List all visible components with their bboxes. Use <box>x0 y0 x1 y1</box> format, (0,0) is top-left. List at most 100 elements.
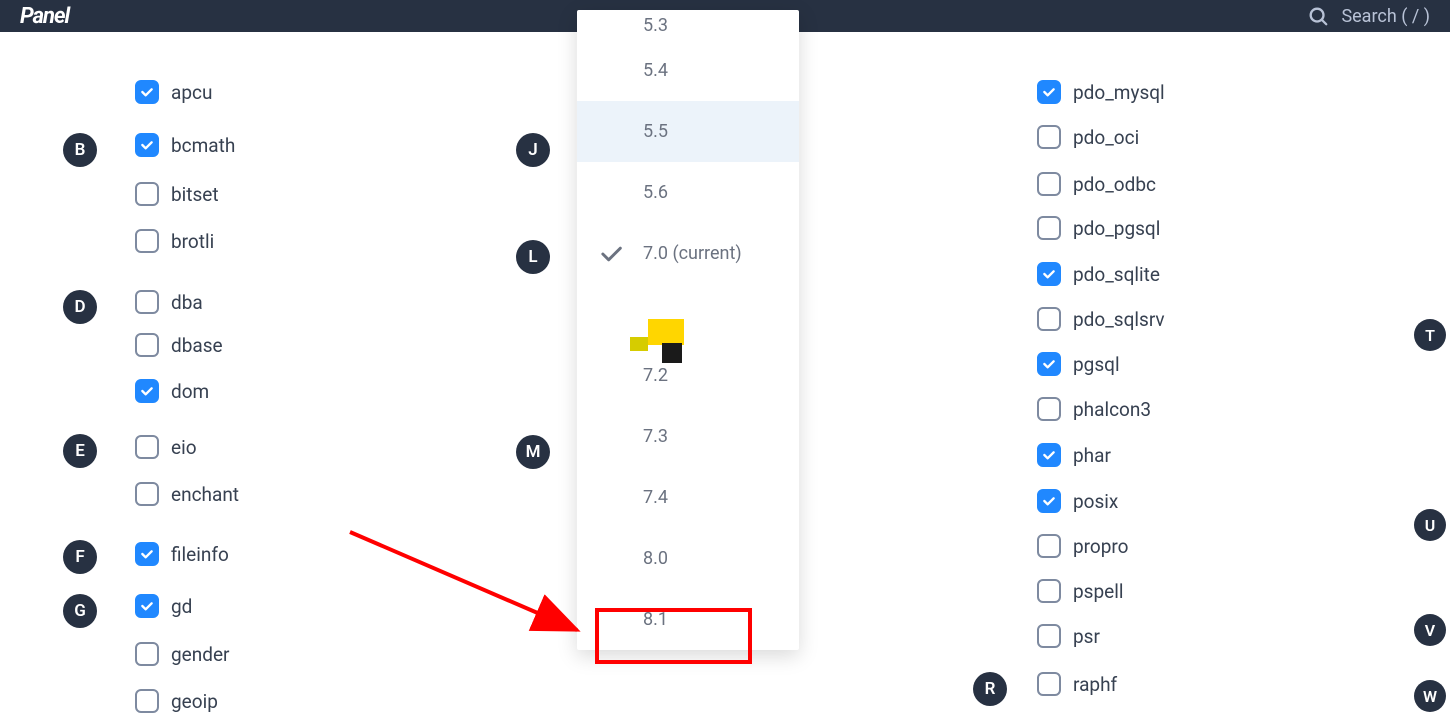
extension-dba[interactable]: dba <box>135 290 203 314</box>
version-option-8-0[interactable]: 8.0 <box>577 528 799 589</box>
checkbox-checked-icon[interactable] <box>135 133 159 157</box>
checkbox-unchecked-icon[interactable] <box>1037 672 1061 696</box>
extension-pdo_mysql[interactable]: pdo_mysql <box>1037 80 1165 104</box>
version-option-7-0-current-[interactable]: 7.0 (current) <box>577 223 799 284</box>
extension-label: propro <box>1073 535 1129 558</box>
checkbox-unchecked-icon[interactable] <box>1037 172 1061 196</box>
extension-label: geoip <box>171 690 218 713</box>
letter-badge-r[interactable]: R <box>973 672 1007 706</box>
version-option-5-6[interactable]: 5.6 <box>577 162 799 223</box>
extension-pspell[interactable]: pspell <box>1037 579 1123 603</box>
letter-nav-v[interactable]: V <box>1414 614 1446 646</box>
version-label: 8.0 <box>643 548 668 569</box>
extension-enchant[interactable]: enchant <box>135 482 239 506</box>
checkbox-unchecked-icon[interactable] <box>135 229 159 253</box>
letter-badge-m[interactable]: M <box>516 435 550 469</box>
checkbox-unchecked-icon[interactable] <box>135 290 159 314</box>
checkbox-unchecked-icon[interactable] <box>135 689 159 713</box>
php-version-dropdown[interactable]: 5.35.45.55.67.0 (current) 7.2 7.3 7.4 8.0 8.1 <box>577 10 799 650</box>
extension-phar[interactable]: phar <box>1037 443 1111 467</box>
extension-eio[interactable]: eio <box>135 435 197 459</box>
letter-badge-l[interactable]: L <box>516 240 550 274</box>
checkbox-checked-icon[interactable] <box>1037 352 1061 376</box>
extension-psr[interactable]: psr <box>1037 624 1100 648</box>
checkbox-unchecked-icon[interactable] <box>1037 624 1061 648</box>
version-option-7-2[interactable]: 7.2 <box>577 345 799 406</box>
extension-phalcon3[interactable]: phalcon3 <box>1037 397 1151 421</box>
extension-label: gd <box>171 595 192 618</box>
version-option-7-4[interactable]: 7.4 <box>577 467 799 528</box>
letter-badge-f[interactable]: F <box>63 540 97 574</box>
extension-fileinfo[interactable]: fileinfo <box>135 542 229 566</box>
version-label: 7.3 <box>643 426 668 447</box>
checkbox-checked-icon[interactable] <box>1037 489 1061 513</box>
letter-badge-b[interactable]: B <box>63 133 97 167</box>
checkbox-checked-icon[interactable] <box>1037 262 1061 286</box>
extension-pdo_sqlite[interactable]: pdo_sqlite <box>1037 262 1160 286</box>
extension-label: pdo_odbc <box>1073 173 1156 196</box>
version-option-8-1[interactable]: 8.1 <box>577 589 799 650</box>
version-option-redacted[interactable] <box>577 284 799 345</box>
checkbox-unchecked-icon[interactable] <box>1037 534 1061 558</box>
version-option-5-5[interactable]: 5.5 <box>577 101 799 162</box>
extension-pdo_pgsql[interactable]: pdo_pgsql <box>1037 216 1160 240</box>
letter-badge-d[interactable]: D <box>63 290 97 324</box>
extension-bitset[interactable]: bitset <box>135 182 219 206</box>
letter-nav-t[interactable]: T <box>1414 319 1446 351</box>
checkbox-unchecked-icon[interactable] <box>1037 307 1061 331</box>
checkbox-checked-icon[interactable] <box>135 542 159 566</box>
extension-label: pdo_oci <box>1073 126 1139 149</box>
extension-label: pdo_mysql <box>1073 81 1165 104</box>
extension-apcu[interactable]: apcu <box>135 80 212 104</box>
checkbox-unchecked-icon[interactable] <box>135 435 159 459</box>
checkbox-unchecked-icon[interactable] <box>1037 216 1061 240</box>
extension-label: fileinfo <box>171 543 229 566</box>
extension-label: pdo_sqlite <box>1073 263 1160 286</box>
checkbox-unchecked-icon[interactable] <box>135 182 159 206</box>
extension-label: apcu <box>171 81 212 104</box>
extension-raphf[interactable]: raphf <box>1037 672 1117 696</box>
checkbox-checked-icon[interactable] <box>135 379 159 403</box>
checkbox-unchecked-icon[interactable] <box>1037 397 1061 421</box>
version-label: 7.4 <box>643 487 668 508</box>
extension-label: raphf <box>1073 673 1117 696</box>
extension-pgsql[interactable]: pgsql <box>1037 352 1120 376</box>
extension-label: enchant <box>171 483 239 506</box>
letter-nav-w[interactable]: W <box>1414 680 1446 712</box>
letter-nav-u[interactable]: U <box>1414 509 1446 541</box>
extension-gender[interactable]: gender <box>135 642 229 666</box>
letter-badge-g[interactable]: G <box>63 594 97 628</box>
checkbox-checked-icon[interactable] <box>1037 80 1061 104</box>
search-area[interactable]: Search ( / ) <box>1307 5 1430 27</box>
check-icon <box>597 240 625 268</box>
extension-pdo_sqlsrv[interactable]: pdo_sqlsrv <box>1037 307 1165 331</box>
checkbox-checked-icon[interactable] <box>135 594 159 618</box>
checkbox-unchecked-icon[interactable] <box>135 642 159 666</box>
checkbox-checked-icon[interactable] <box>1037 443 1061 467</box>
extension-label: posix <box>1073 490 1118 513</box>
extension-label: pdo_sqlsrv <box>1073 308 1165 331</box>
extension-label: pdo_pgsql <box>1073 217 1160 240</box>
extension-pdo_odbc[interactable]: pdo_odbc <box>1037 172 1156 196</box>
checkbox-unchecked-icon[interactable] <box>135 482 159 506</box>
version-option-5-3[interactable]: 5.3 <box>577 10 799 40</box>
extension-propro[interactable]: propro <box>1037 534 1129 558</box>
extension-label: phar <box>1073 444 1111 467</box>
checkbox-unchecked-icon[interactable] <box>135 333 159 357</box>
extension-bcmath[interactable]: bcmath <box>135 133 235 157</box>
extension-dom[interactable]: dom <box>135 379 209 403</box>
checkbox-unchecked-icon[interactable] <box>1037 579 1061 603</box>
checkbox-checked-icon[interactable] <box>135 80 159 104</box>
letter-badge-e[interactable]: E <box>63 434 97 468</box>
version-option-5-4[interactable]: 5.4 <box>577 40 799 101</box>
extension-dbase[interactable]: dbase <box>135 333 223 357</box>
extension-brotli[interactable]: brotli <box>135 229 214 253</box>
extension-gd[interactable]: gd <box>135 594 192 618</box>
extension-label: dba <box>171 291 203 314</box>
version-option-7-3[interactable]: 7.3 <box>577 406 799 467</box>
checkbox-unchecked-icon[interactable] <box>1037 125 1061 149</box>
extension-pdo_oci[interactable]: pdo_oci <box>1037 125 1139 149</box>
extension-geoip[interactable]: geoip <box>135 689 218 713</box>
letter-badge-j[interactable]: J <box>516 133 550 167</box>
extension-posix[interactable]: posix <box>1037 489 1118 513</box>
